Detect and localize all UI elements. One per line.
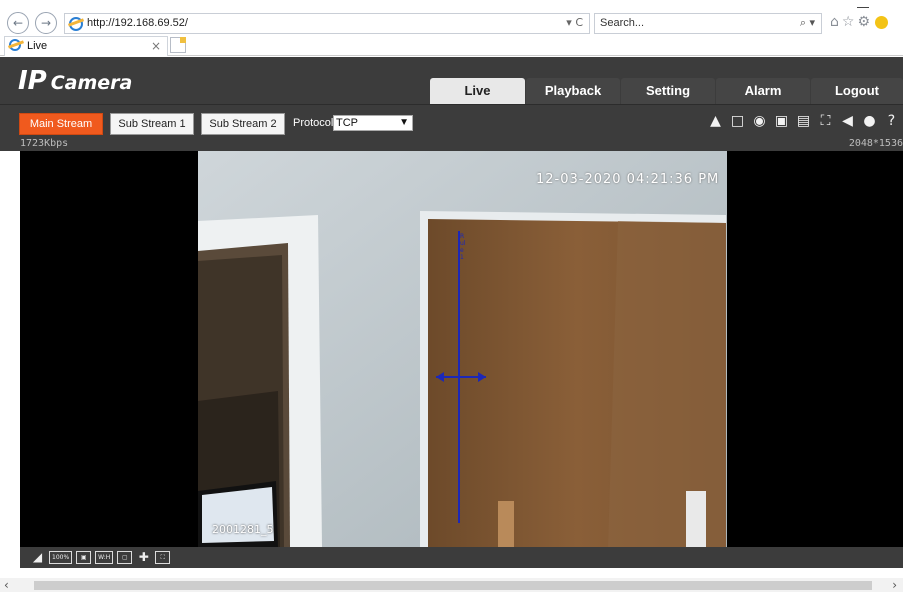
tab-setting[interactable]: Setting — [621, 78, 715, 104]
video-camera-icon[interactable]: ▤ — [794, 112, 813, 130]
tab-title: Live — [27, 40, 48, 52]
back-icon[interactable]: ← — [7, 12, 29, 34]
browser-window: ← → http://192.168.69.52/ ▾ C Search... … — [0, 0, 903, 592]
stream-info-bar: 1723Kbps 2048*1536 — [0, 136, 903, 151]
main-stream-button[interactable]: Main Stream — [19, 113, 103, 135]
tab-logout[interactable]: Logout — [811, 78, 903, 104]
zoom-icon[interactable]: ▢ — [117, 551, 133, 564]
snapshot-icon[interactable]: ▣ — [772, 112, 791, 130]
feedback-smiley-icon[interactable] — [875, 15, 889, 29]
minimize-icon[interactable] — [857, 0, 869, 8]
sub-stream-1-button[interactable]: Sub Stream 1 — [110, 113, 194, 135]
scroll-right-icon[interactable]: › — [892, 578, 897, 592]
camera-frame: 12-03-2020 04:21:36 PM 2001281_5 Rule1 — [198, 151, 727, 547]
video-bottom-toolbar: ◢ 100% ▣ W:H ▢ ✚ ⛶ — [20, 547, 903, 568]
search-field[interactable]: Search... ⌕ ▾ — [594, 13, 822, 34]
aspect-ratio-button[interactable]: W:H — [95, 551, 114, 564]
tab-alarm[interactable]: Alarm — [716, 78, 810, 104]
protocol-value: TCP — [336, 117, 358, 129]
forward-icon[interactable]: → — [35, 12, 57, 34]
stream-toolbar: Main Stream Sub Stream 1 Sub Stream 2 Pr… — [0, 104, 903, 136]
brand-logo: IP Camera — [18, 66, 133, 96]
protocol-select[interactable]: TCP ▼ — [333, 115, 413, 131]
full-screen-icon[interactable]: ⛶ — [155, 551, 171, 564]
osd-channel-text: 2001281_5 — [212, 523, 274, 536]
fit-window-icon[interactable]: ▣ — [76, 551, 92, 564]
search-icon[interactable]: ⌕ ▾ — [800, 16, 815, 30]
help-icon[interactable]: ? — [882, 112, 901, 130]
camera-scene — [198, 151, 727, 547]
new-tab-icon[interactable] — [170, 37, 186, 53]
osd-timestamp: 12-03-2020 04:21:36 PM — [536, 172, 720, 187]
gear-icon[interactable]: ⚙ — [857, 14, 873, 30]
record-icon[interactable]: ◉ — [750, 112, 769, 130]
scroll-thumb[interactable] — [34, 581, 872, 590]
browser-tab-live[interactable]: Live × — [4, 36, 168, 56]
refresh-icon[interactable]: ▾ C — [566, 16, 583, 29]
image-adjust-icon[interactable]: ◢ — [30, 551, 45, 564]
speaker-icon[interactable]: ◀ — [838, 112, 857, 130]
favorites-star-icon[interactable]: ☆ — [842, 14, 858, 30]
fullscreen-icon[interactable]: ⛶ — [816, 112, 835, 130]
rule-label: Rule1 — [460, 233, 466, 261]
ie-logo-icon — [69, 17, 83, 31]
url-field[interactable]: http://192.168.69.52/ ▾ C — [64, 13, 590, 34]
address-bar-row: ← → http://192.168.69.52/ ▾ C Search... … — [0, 0, 903, 36]
bitrate-readout: 1723Kbps — [20, 138, 69, 149]
browser-toolbar-icons: ⌂☆⚙ — [830, 14, 889, 30]
chevron-down-icon: ▼ — [399, 117, 409, 128]
zoom-area-icon[interactable]: □ — [728, 112, 747, 130]
resolution-readout: 2048*1536 — [848, 138, 903, 149]
sub-stream-2-button[interactable]: Sub Stream 2 — [201, 113, 285, 135]
tab-playback[interactable]: Playback — [526, 78, 620, 104]
video-tools: ▲ □ ◉ ▣ ▤ ⛶ ◀ ●? — [703, 112, 901, 134]
url-text: http://192.168.69.52/ — [87, 17, 188, 29]
tab-favicon-icon — [9, 39, 21, 51]
browser-tab-bar: Live × — [0, 36, 903, 56]
tab-live[interactable]: Live — [430, 78, 525, 104]
camera-header: IP Camera Live Playback Setting Alarm Log… — [0, 57, 903, 104]
scroll-left-icon[interactable]: ‹ — [4, 578, 9, 592]
original-size-button[interactable]: 100% — [49, 551, 73, 564]
search-input[interactable]: Search... — [600, 17, 644, 29]
horizontal-scrollbar[interactable]: ‹ › — [0, 578, 903, 592]
alarm-light-icon[interactable]: ▲ — [706, 112, 725, 130]
ptz-icon[interactable]: ✚ — [136, 551, 151, 564]
microphone-icon[interactable]: ● — [860, 112, 879, 130]
protocol-label: Protocol — [293, 117, 334, 129]
video-viewport[interactable]: 12-03-2020 04:21:36 PM 2001281_5 Rule1 — [20, 151, 903, 547]
close-tab-icon[interactable]: × — [151, 39, 161, 53]
home-icon[interactable]: ⌂ — [830, 14, 842, 30]
